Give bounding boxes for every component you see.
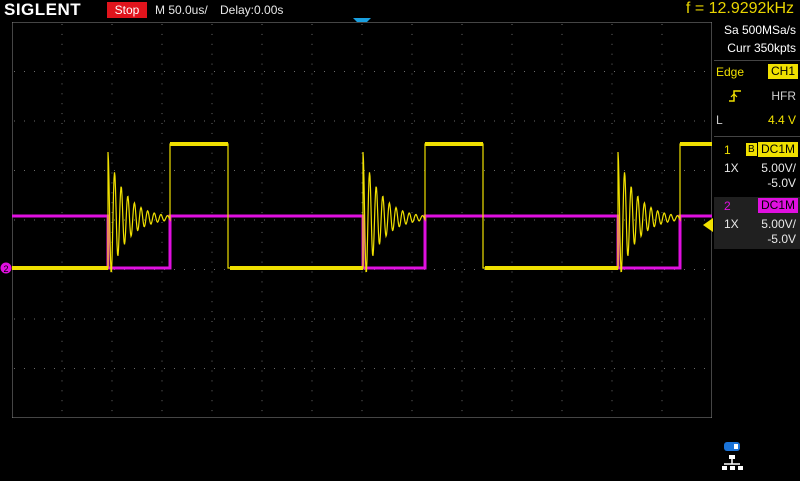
divider [714,136,800,137]
delay-readout[interactable]: Delay:0.00s [220,3,283,17]
brand-logo: SIGLENT [4,0,82,19]
divider [714,60,800,61]
ch2-offset-marker[interactable]: 2 [0,262,12,274]
trigger-coupling: HFR [771,89,796,103]
ch2-coupling-badge: DC1M [757,198,798,213]
ch1-low-level [485,266,618,270]
acquisition-panel: Sa 500MSa/s Curr 350kpts [714,20,800,60]
ch1-scale: 5.00V/ [761,161,796,175]
ch1-low-level [12,266,108,270]
ch1-high-level [680,142,712,146]
ch1-settings[interactable]: 1 B DC1M 1X 5.00V/ -5.0V [714,141,800,193]
bandwidth-limit-icon: B [746,143,757,156]
status-icons [720,440,748,476]
ch1-offset: -5.0V [767,176,796,190]
svg-text:2: 2 [3,264,8,274]
trigger-type: Edge [716,65,745,79]
ch1-high-level [425,142,483,146]
ch1-probe: 1X [724,161,739,175]
ch1-high-level [170,142,228,146]
waveform-display[interactable] [12,22,712,418]
ch1-coupling-badge: DC1M [757,142,798,157]
ch2-number: 2 [724,199,731,213]
trigger-level-label: L [716,113,723,127]
memory-depth: Curr 350kpts [727,41,796,55]
ch2-probe: 1X [724,217,739,231]
rising-edge-icon [729,90,741,102]
trigger-level-value: 4.4 V [767,113,796,127]
timebase-readout[interactable]: M 50.0us/ [155,3,208,17]
ch2-settings[interactable]: 2 DC1M 1X 5.00V/ -5.0V [714,197,800,249]
run-stop-indicator[interactable]: Stop [107,2,147,18]
trigger-level-marker[interactable] [703,218,713,232]
sample-rate: Sa 500MSa/s [723,23,796,37]
trigger-panel[interactable]: Edge CH1 HFR L 4.4 V [714,62,800,132]
frequency-counter: f = 12.9292kHz [685,0,794,17]
ch2-offset: -5.0V [767,232,796,246]
ch2-scale: 5.00V/ [761,217,796,231]
usb-network-icon [722,442,743,470]
ch1-number: 1 [724,143,731,157]
top-status-bar: SIGLENT Stop M 50.0us/ Delay:0.00s f = 1… [0,0,800,20]
trigger-source-badge: CH1 [767,64,798,79]
ch1-low-level [230,266,363,270]
